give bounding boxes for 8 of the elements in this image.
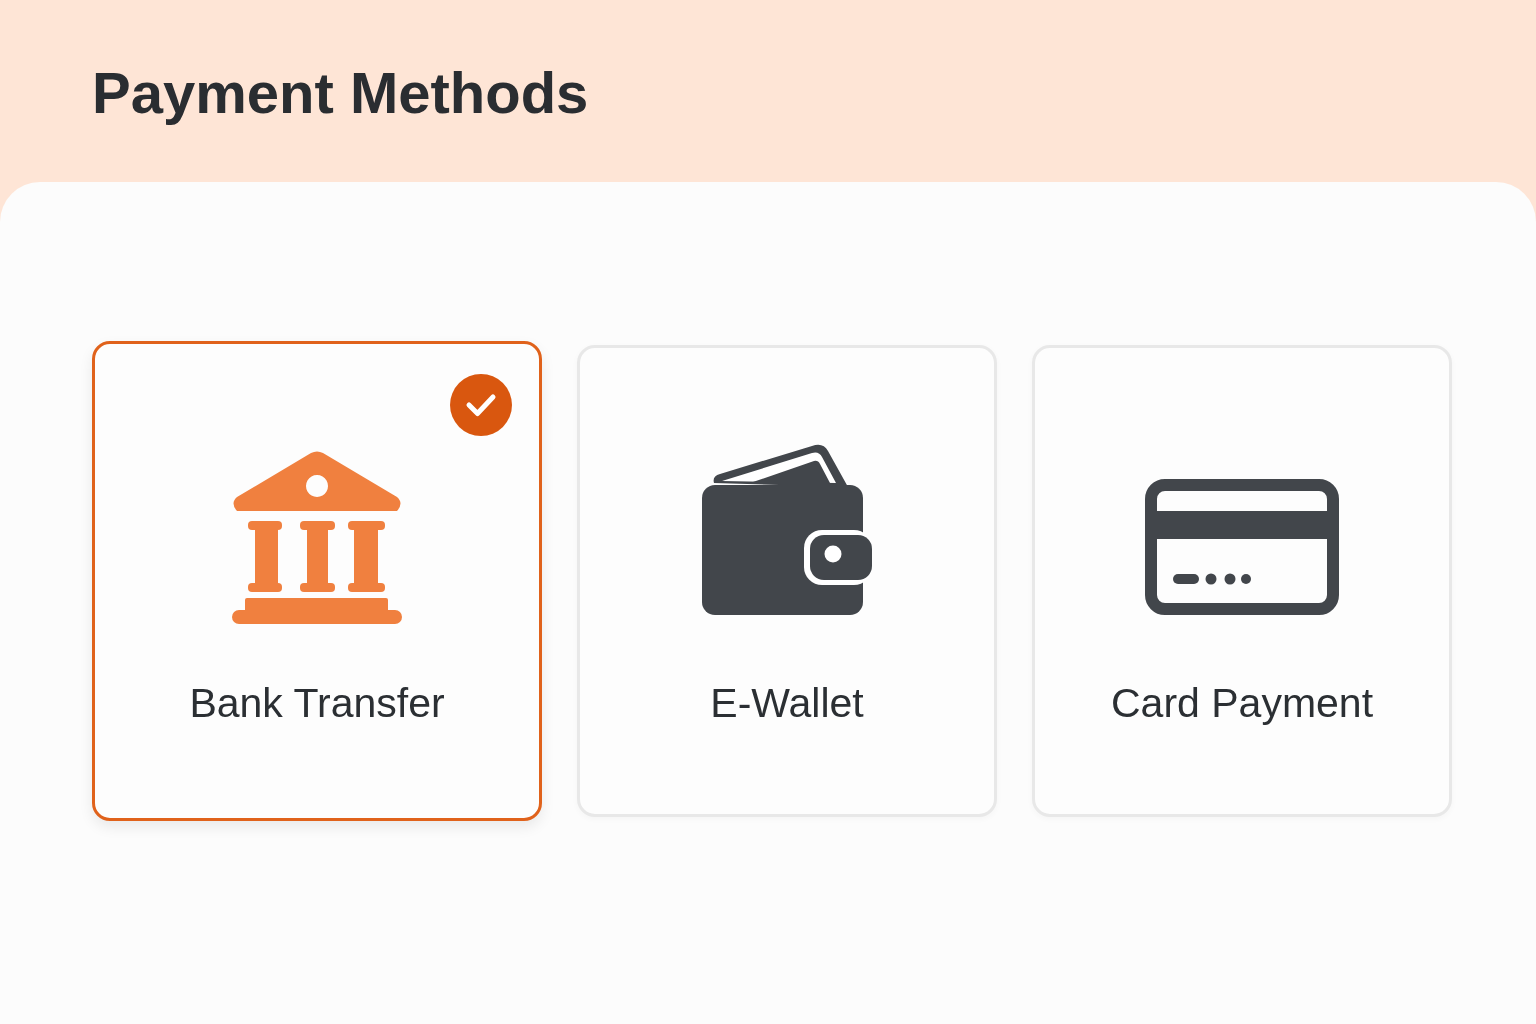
page-title: Payment Methods bbox=[92, 59, 589, 127]
payment-method-card[interactable]: Bank Transfer bbox=[92, 341, 542, 821]
credit-card-icon bbox=[1145, 479, 1339, 615]
payment-method-card[interactable]: Card Payment bbox=[1032, 345, 1452, 817]
bank-building-icon bbox=[232, 451, 402, 624]
payment-method-card[interactable]: E-Wallet bbox=[577, 345, 997, 817]
wallet-icon bbox=[702, 443, 872, 615]
check-icon bbox=[450, 374, 512, 436]
